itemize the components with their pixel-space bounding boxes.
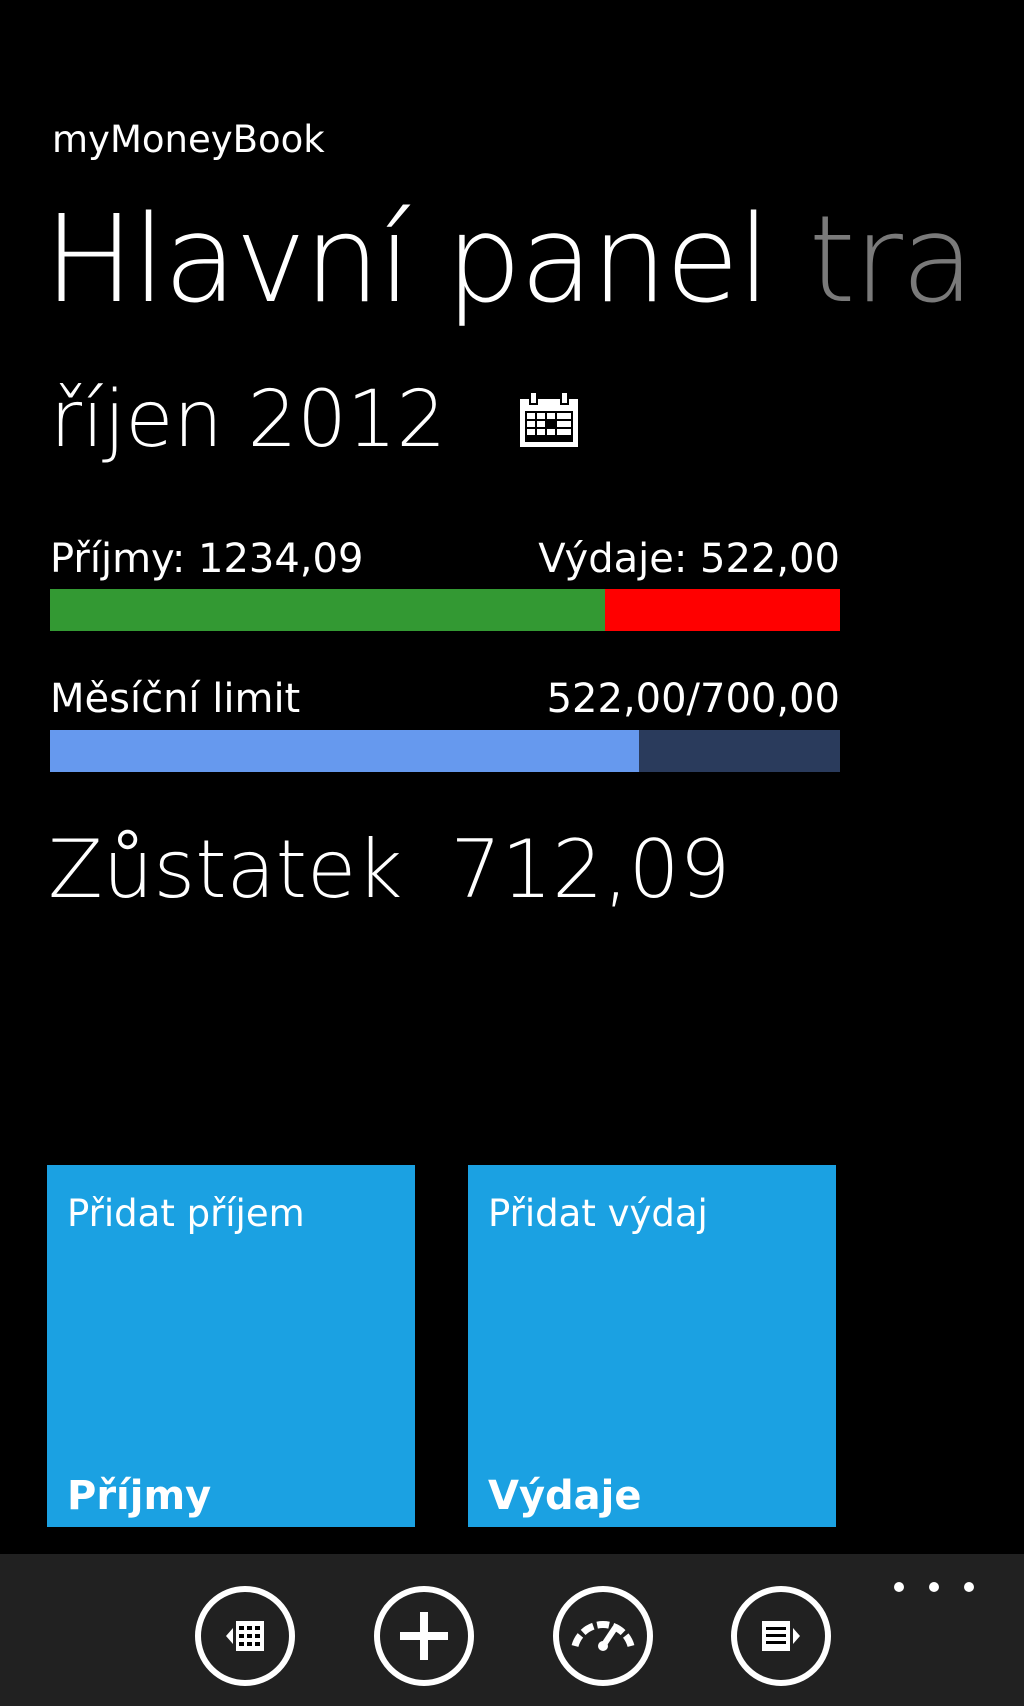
- expense-bar-segment: [605, 589, 840, 631]
- month-label: říjen 2012: [50, 375, 447, 465]
- limit-progress-fill: [50, 730, 640, 772]
- app-title: myMoneyBook: [52, 118, 325, 161]
- more-dot: [929, 1582, 939, 1592]
- expense-label: Výdaje: 522,00: [538, 536, 840, 582]
- next-month-icon[interactable]: [729, 1584, 833, 1688]
- calendar-icon[interactable]: [516, 390, 582, 450]
- balance-label: Zůstatek: [48, 823, 403, 916]
- add-icon[interactable]: [372, 1584, 476, 1688]
- limit-progress-bar: [50, 730, 840, 772]
- limit-progress-track: [639, 730, 840, 772]
- add-income-label: Přidat příjem: [67, 1192, 305, 1235]
- expense-tile-title: Výdaje: [488, 1473, 642, 1519]
- more-dots-icon[interactable]: [894, 1572, 974, 1602]
- month-selector: říjen 2012: [50, 375, 582, 465]
- balance-value: 712,09: [450, 823, 731, 916]
- add-income-tile[interactable]: Přidat příjem Příjmy: [47, 1165, 415, 1527]
- previous-month-icon[interactable]: [193, 1584, 297, 1688]
- add-expense-tile[interactable]: Přidat výdaj Výdaje: [468, 1165, 836, 1527]
- limit-value: 522,00/700,00: [546, 676, 840, 722]
- income-bar-segment: [50, 589, 606, 631]
- add-expense-label: Přidat výdaj: [488, 1192, 708, 1235]
- income-tile-title: Příjmy: [67, 1473, 212, 1519]
- balance-row: Zůstatek 712,09: [48, 820, 730, 920]
- more-dot: [964, 1582, 974, 1592]
- income-expense-bar: [50, 589, 840, 631]
- income-expense-labels: Příjmy: 1234,09 Výdaje: 522,00: [50, 534, 840, 584]
- pivot-item-dashboard[interactable]: Hlavní panel: [44, 191, 771, 330]
- income-label: Příjmy: 1234,09: [50, 536, 364, 582]
- limit-labels: Měsíční limit 522,00/700,00: [50, 674, 840, 724]
- gauge-icon[interactable]: [551, 1584, 655, 1688]
- pivot-item-next[interactable]: tra: [809, 191, 975, 330]
- application-bar: [0, 1554, 1024, 1706]
- pivot-header: Hlavní panel tra: [44, 186, 975, 336]
- more-dot: [894, 1582, 904, 1592]
- limit-label: Měsíční limit: [50, 676, 301, 722]
